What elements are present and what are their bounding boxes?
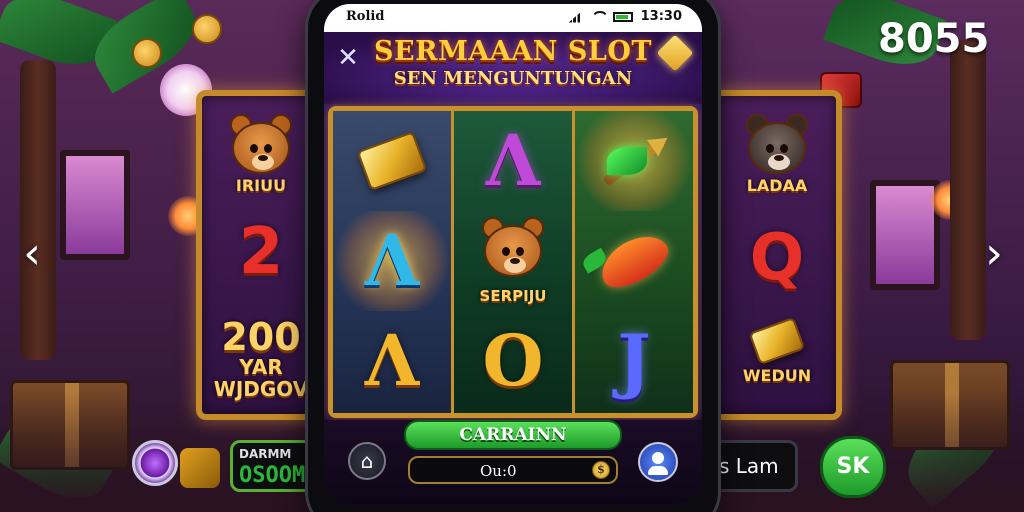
- side-right-bottom: WEDUN: [742, 316, 812, 385]
- coin-icon: $: [592, 461, 610, 479]
- reel-3-cell-bottom: J: [575, 311, 693, 411]
- home-button[interactable]: ⌂: [348, 442, 386, 480]
- bear-icon: [478, 217, 548, 279]
- arrow-icon: [595, 129, 674, 191]
- bear-icon: [742, 114, 812, 176]
- gem-icon: [656, 34, 694, 72]
- reel-3-cell-middle: [575, 211, 693, 311]
- side-reel-left: IRIUU 2 200 YAR WJDGOV: [196, 90, 326, 420]
- left-panel-value: OSOOM: [239, 463, 306, 488]
- spin-button[interactable]: CARRAINN: [404, 420, 622, 450]
- gold-bar-icon: [748, 316, 806, 366]
- bet-display[interactable]: Ou:0 $: [408, 456, 618, 484]
- next-arrow-button[interactable]: ›: [974, 226, 1014, 282]
- counter-badge: 8055: [878, 16, 990, 62]
- side-reel-right: LADAA Q WEDUN: [712, 90, 842, 420]
- background-tree-left: [20, 60, 56, 360]
- side-right-bear: LADAA: [742, 114, 812, 195]
- wifi-icon: [590, 10, 609, 23]
- battery-icon: [612, 11, 633, 22]
- game-header: ✕ SERMAAAN SLOT SEN MENGUNTUNGAN: [324, 32, 702, 104]
- left-balance-panel[interactable]: DARMM OSOOM: [230, 440, 314, 492]
- side-right-caption: LADAA: [746, 176, 808, 195]
- status-carrier: Rolid: [346, 9, 385, 24]
- side-left-line-1: YAR: [239, 355, 283, 379]
- coin-decoration: [132, 38, 162, 68]
- previous-arrow-button[interactable]: ‹: [12, 226, 52, 282]
- chili-icon: [592, 225, 676, 297]
- reel-3-symbol-bottom: J: [617, 319, 651, 402]
- side-right-caption-bottom: WEDUN: [742, 366, 812, 385]
- left-panel-label: DARMM: [239, 447, 292, 461]
- profile-button[interactable]: [638, 442, 678, 482]
- coin-decoration: [192, 14, 222, 44]
- reel-2-bear-label: SERPIJU: [479, 287, 547, 305]
- reel-1: Λ Λ: [333, 111, 454, 413]
- target-icon[interactable]: [132, 440, 178, 486]
- side-left-glyph: 2: [238, 215, 284, 289]
- reel-2-cell-bottom: Ο: [454, 311, 572, 411]
- reel-2-cell-middle: SERPIJU: [454, 211, 572, 311]
- reel-2-cell-top: Λ: [454, 111, 572, 211]
- background-tree-right: [950, 40, 986, 340]
- background-window-left: [60, 150, 130, 260]
- close-button[interactable]: ✕: [334, 44, 362, 72]
- reel-2-symbol-bottom: Ο: [482, 319, 544, 402]
- side-right-glyph: Q: [749, 221, 805, 295]
- status-bar: Rolid 13:30: [324, 4, 702, 32]
- slot-reels: Λ Λ Λ SERPIJU Ο J: [328, 106, 698, 418]
- reel-2: Λ SERPIJU Ο: [454, 111, 575, 413]
- bet-value: Ou:0: [480, 462, 517, 480]
- game-title: SERMAAAN SLOT: [374, 36, 652, 67]
- side-left-line-2: WJDGOV: [213, 377, 309, 401]
- game-subtitle: SEN MENGUNTUNGAN: [393, 68, 633, 89]
- reel-1-cell-bottom: Λ: [333, 311, 451, 411]
- right-panel-button[interactable]: s Lam: [706, 440, 798, 492]
- reel-1-cell-middle: Λ: [333, 211, 451, 311]
- side-left-bear: IRIUU: [226, 114, 296, 195]
- phone-frame: Rolid 13:30 ✕ SERMAAAN SLOT SEN MENGUNTU…: [308, 0, 718, 512]
- reel-3-cell-top: [575, 111, 693, 211]
- reel-1-symbol-middle: Λ: [364, 219, 420, 302]
- gold-bar-icon: [356, 131, 428, 191]
- game-controls: ⌂ CARRAINN Ou:0 $: [324, 420, 702, 504]
- side-left-prize: 200 YAR WJDGOV: [214, 318, 308, 400]
- reel-1-cell-top: [333, 111, 451, 211]
- side-left-caption: IRIUU: [235, 176, 287, 195]
- side-left-number: 200: [221, 315, 301, 359]
- gift-icon: [180, 448, 220, 488]
- phone-screen: Rolid 13:30 ✕ SERMAAAN SLOT SEN MENGUNTU…: [324, 4, 702, 504]
- bear-icon: [226, 114, 296, 176]
- reel-2-symbol-top: Λ: [485, 119, 541, 202]
- signal-icon: [568, 10, 583, 23]
- reel-3: J: [575, 111, 693, 413]
- ok-button[interactable]: SK: [820, 436, 886, 498]
- reel-1-symbol-bottom: Λ: [364, 319, 420, 402]
- status-icons: 13:30: [568, 9, 682, 24]
- status-time: 13:30: [640, 9, 682, 24]
